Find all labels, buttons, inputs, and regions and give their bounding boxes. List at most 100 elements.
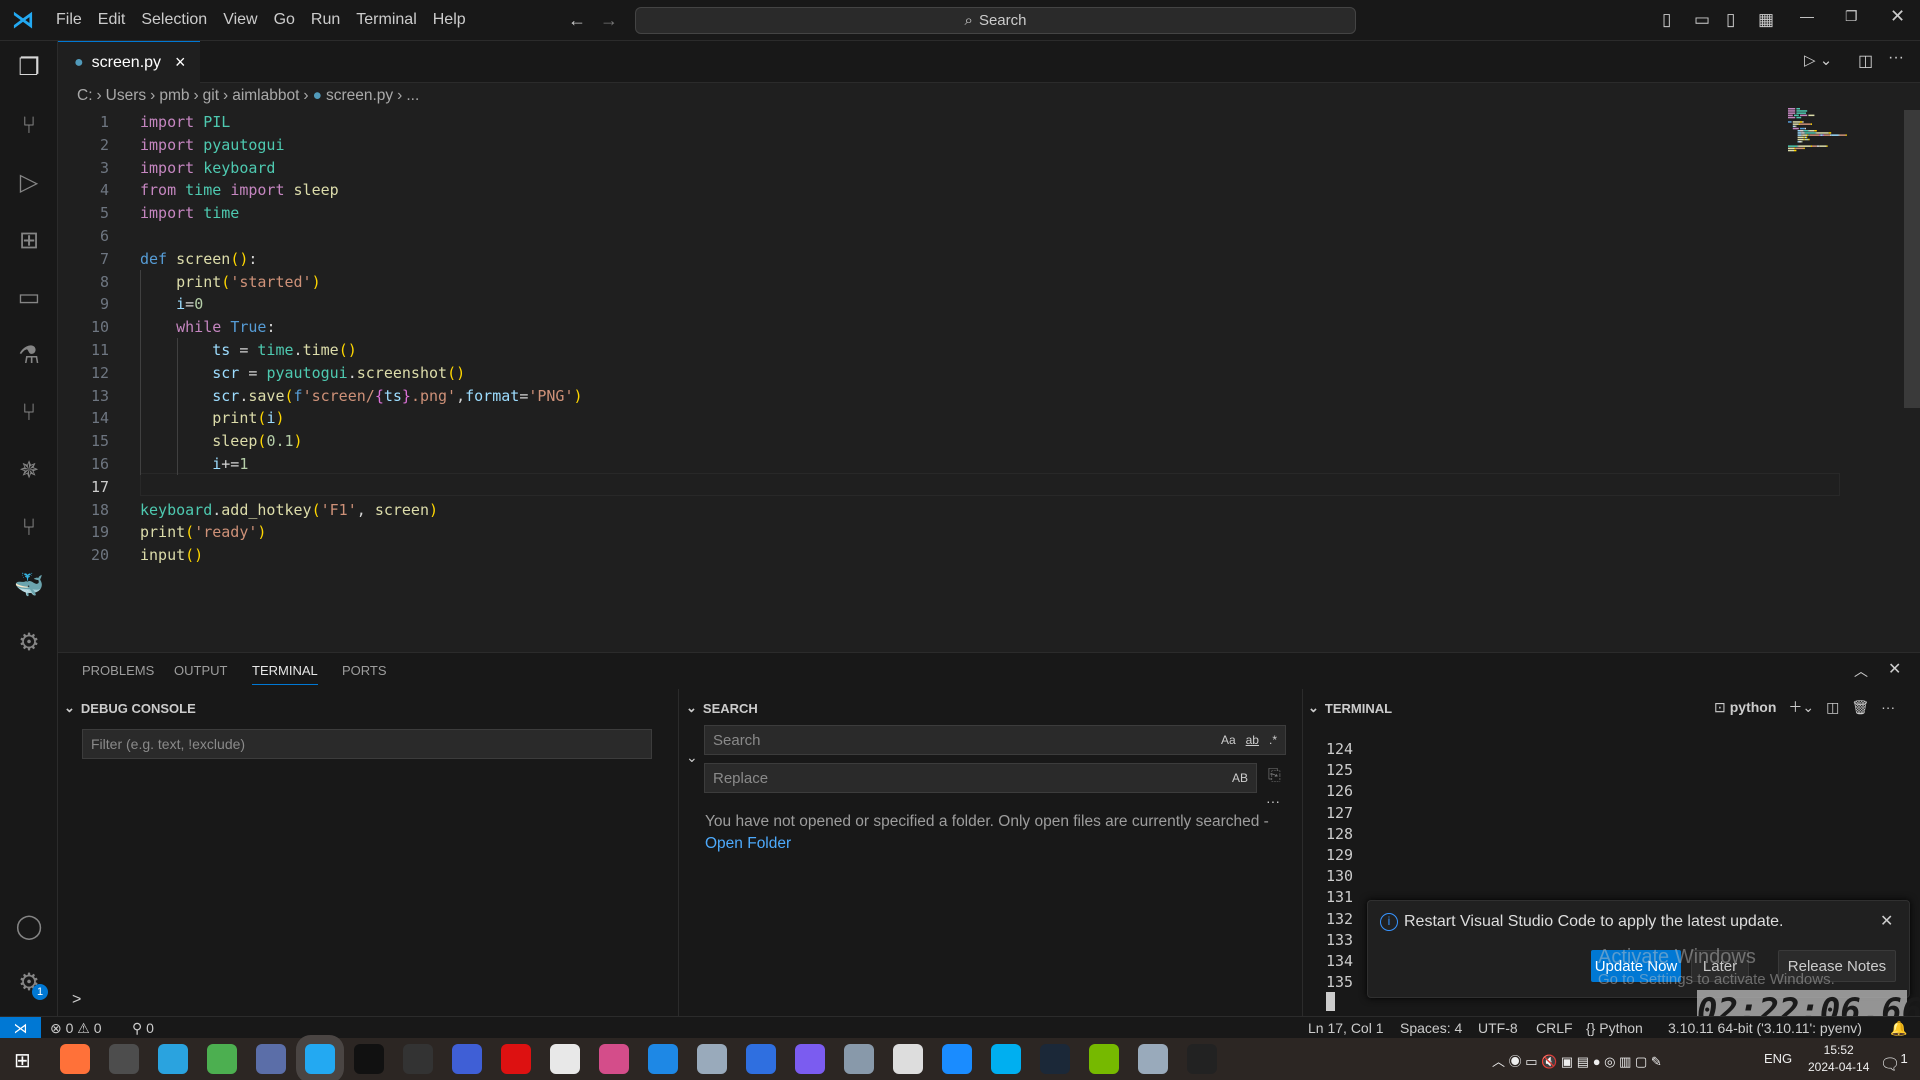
taskbar-s-app-icon[interactable]	[942, 1044, 972, 1074]
replace-input[interactable]: Replace AB	[704, 763, 1257, 793]
taskbar-chrome-icon[interactable]	[207, 1044, 237, 1074]
python-env-icon[interactable]: ⚙	[14, 628, 44, 658]
taskbar-red-arrow-app-icon[interactable]	[501, 1044, 531, 1074]
cursor-position[interactable]: Ln 17, Col 1	[1308, 1020, 1384, 1036]
close-panel-icon[interactable]: ✕	[1888, 659, 1901, 679]
menu-terminal[interactable]: Terminal	[348, 11, 424, 29]
debug-prompt[interactable]: >	[72, 991, 81, 1009]
terminal-more-icon[interactable]: ···	[1881, 699, 1895, 715]
indentation-status[interactable]: Spaces: 4	[1400, 1020, 1462, 1036]
command-center-search[interactable]: ⌕ Search	[635, 7, 1356, 34]
menu-view[interactable]: View	[215, 11, 265, 29]
terminal-header[interactable]: ⌄ TERMINAL	[1308, 693, 1392, 723]
toggle-replace-icon[interactable]: ⌄	[686, 749, 698, 766]
back-arrow-icon[interactable]: ←	[568, 10, 586, 31]
tab-problems[interactable]: PROBLEMS	[82, 663, 154, 678]
terminal-shell-label[interactable]: python	[1730, 699, 1777, 715]
remote-indicator-icon[interactable]: ⋊	[0, 1017, 41, 1039]
taskbar-vscode-icon[interactable]	[305, 1044, 335, 1074]
whole-word-icon[interactable]: ab	[1246, 733, 1259, 747]
tab-terminal[interactable]: TERMINAL	[252, 663, 318, 685]
taskbar-steam-icon[interactable]	[1040, 1044, 1070, 1074]
breadcrumb-item[interactable]: aimlabbot	[232, 87, 299, 105]
run-debug-icon[interactable]: ▷	[14, 168, 44, 198]
windows-start-icon[interactable]: ⊞	[14, 1048, 31, 1073]
action-center-icon[interactable]: 🗨1	[1880, 1051, 1908, 1074]
taskbar-settings-icon[interactable]	[893, 1044, 923, 1074]
minimap[interactable]	[1788, 108, 1848, 152]
taskbar-skype-icon[interactable]	[991, 1044, 1021, 1074]
taskbar-app-bars-icon[interactable]	[354, 1044, 384, 1074]
taskbar-clock[interactable]: 15:52 2024-04-14	[1808, 1042, 1869, 1076]
taskbar-terminal-icon[interactable]	[109, 1044, 139, 1074]
ports-status[interactable]: ⚲ 0	[132, 1020, 154, 1037]
extensions-icon[interactable]: ⊞	[14, 226, 44, 256]
search-details-icon[interactable]: ···	[1266, 793, 1280, 809]
tab-screen-py[interactable]: ● screen.py ×	[58, 41, 200, 83]
encoding-status[interactable]: UTF-8	[1478, 1020, 1518, 1036]
taskbar-save-app-icon[interactable]	[452, 1044, 482, 1074]
gitlens-icon[interactable]: ⑂	[14, 513, 44, 543]
toggle-sidebar-icon[interactable]: ▯	[1662, 10, 1671, 30]
remote-explorer-icon[interactable]: ▭	[14, 283, 44, 313]
search-header[interactable]: ⌄ SEARCH	[686, 693, 758, 723]
git-graph-icon[interactable]: ⑂	[14, 398, 44, 428]
toggle-panel-icon[interactable]: ▭	[1694, 10, 1710, 30]
testing-icon[interactable]: ⚗	[14, 341, 44, 371]
tab-output[interactable]: OUTPUT	[174, 663, 227, 678]
breadcrumb-item[interactable]: C:	[77, 87, 93, 105]
menu-go[interactable]: Go	[266, 11, 303, 29]
more-actions-icon[interactable]: ···	[1888, 49, 1904, 67]
kill-terminal-icon[interactable]: 🗑	[1851, 699, 1869, 716]
explorer-icon[interactable]: ❐	[14, 53, 44, 83]
kubernetes-icon[interactable]: ✵	[14, 456, 44, 486]
menu-edit[interactable]: Edit	[90, 11, 134, 29]
run-python-icon[interactable]: ▷ ⌄	[1804, 51, 1832, 69]
maximize-panel-icon[interactable]: ︿	[1854, 661, 1868, 681]
close-tab-icon[interactable]: ×	[175, 52, 186, 73]
breadcrumb-item[interactable]: Users	[106, 87, 146, 105]
split-editor-icon[interactable]: ◫	[1858, 51, 1873, 71]
taskbar-firefox-icon[interactable]	[60, 1044, 90, 1074]
python-interpreter[interactable]: 3.10.11 64-bit ('3.10.11': pyenv)	[1668, 1020, 1862, 1036]
breadcrumb-item[interactable]: git	[203, 87, 219, 105]
menu-selection[interactable]: Selection	[133, 11, 215, 29]
menu-run[interactable]: Run	[303, 11, 348, 29]
taskbar-bird-app-icon[interactable]	[1138, 1044, 1168, 1074]
taskbar-telegram-icon[interactable]	[158, 1044, 188, 1074]
taskbar-aimlab-icon[interactable]	[550, 1044, 580, 1074]
language-status[interactable]: {} Python	[1586, 1020, 1643, 1036]
breadcrumb-item[interactable]: screen.py	[326, 87, 393, 105]
eol-status[interactable]: CRLF	[1536, 1020, 1573, 1036]
taskbar-discord-app-icon[interactable]	[795, 1044, 825, 1074]
problems-status[interactable]: ⊗ 0 ⚠ 0	[50, 1020, 102, 1037]
debug-filter-input[interactable]: Filter (e.g. text, !exclude)	[82, 729, 652, 759]
docker-icon[interactable]: 🐳	[14, 571, 44, 601]
new-terminal-icon[interactable]: ＋⌄	[1788, 697, 1814, 717]
breadcrumb-item[interactable]: ...	[406, 87, 419, 105]
open-folder-link[interactable]: Open Folder	[705, 835, 791, 852]
accounts-icon[interactable]: ◯	[14, 912, 44, 942]
preserve-case-icon[interactable]: AB	[1232, 771, 1248, 785]
debug-console-header[interactable]: ⌄ DEBUG CONSOLE	[64, 693, 196, 723]
taskbar-keepass-icon[interactable]	[256, 1044, 286, 1074]
taskbar-obs-icon[interactable]	[403, 1044, 433, 1074]
editor-scrollbar[interactable]	[1904, 110, 1920, 408]
menu-help[interactable]: Help	[425, 11, 474, 29]
breadcrumb-item[interactable]: pmb	[159, 87, 189, 105]
toggle-secondary-sidebar-icon[interactable]: ▯	[1726, 10, 1735, 30]
replace-all-icon[interactable]: ⎘	[1268, 767, 1281, 785]
source-control-icon[interactable]: ⑂	[14, 111, 44, 141]
notifications-bell-icon[interactable]: 🔔	[1890, 1020, 1907, 1037]
forward-arrow-icon[interactable]: →	[600, 10, 618, 31]
match-case-icon[interactable]: Aa	[1221, 733, 1236, 747]
regex-icon[interactable]: .*	[1269, 733, 1277, 747]
restore-button[interactable]: ❐	[1845, 8, 1858, 25]
close-window-button[interactable]: ✕	[1890, 6, 1905, 27]
taskbar-cmd-icon[interactable]	[1187, 1044, 1217, 1074]
tray-icons[interactable]: ︿ ◉ ▭ 🔇 ▣ ▤ ● ◎ ▥ ▢ ✎	[1492, 1051, 1662, 1070]
input-language[interactable]: ENG	[1764, 1051, 1792, 1066]
code-editor[interactable]: 1 import PIL 2 import pyautogui 3 import keyb…	[58, 110, 1920, 650]
customize-layout-icon[interactable]: ▦	[1758, 10, 1774, 30]
minimize-button[interactable]: —	[1800, 8, 1814, 24]
